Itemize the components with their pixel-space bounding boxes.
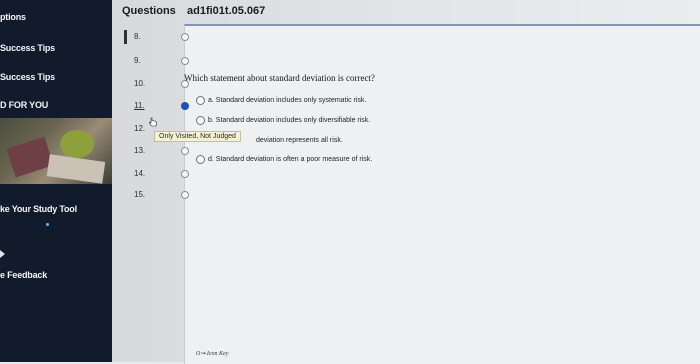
question-number[interactable]: 9. bbox=[134, 56, 141, 65]
header-bar: Questions ad1fi01t.05.067 bbox=[112, 0, 700, 24]
question-number[interactable]: 8. bbox=[134, 32, 141, 41]
icon-key[interactable]: O⇝ Icon Key bbox=[196, 350, 228, 357]
question-number[interactable]: 12. bbox=[134, 124, 145, 133]
question-list: 8. 9. 10. 11. 12. 13. 14. 15. bbox=[124, 24, 189, 224]
question-status-icon[interactable] bbox=[181, 170, 189, 178]
promo-image-shape bbox=[60, 130, 94, 158]
sidebar-item-for-you[interactable]: D FOR YOU bbox=[0, 100, 48, 110]
promo-image-shape bbox=[46, 154, 106, 184]
sidebar-item-options[interactable]: ptions bbox=[0, 12, 26, 22]
question-number[interactable]: 13. bbox=[134, 146, 145, 155]
hand-cursor-icon bbox=[149, 117, 157, 127]
status-tooltip: Only Visited, Not Judged bbox=[154, 131, 241, 142]
promo-image[interactable] bbox=[0, 118, 112, 184]
question-number[interactable]: 15. bbox=[134, 190, 145, 199]
sidebar-item-success-tips-2[interactable]: Success Tips bbox=[0, 72, 55, 82]
option-a-radio[interactable] bbox=[196, 96, 205, 105]
option-c-label[interactable]: deviation represents all risk. bbox=[256, 137, 343, 144]
question-status-icon[interactable] bbox=[181, 57, 189, 65]
option-a-label[interactable]: a. Standard deviation includes only syst… bbox=[208, 97, 366, 104]
chevron-right-icon bbox=[0, 250, 5, 258]
question-number[interactable]: 11. bbox=[134, 101, 145, 110]
sidebar: ptions Success Tips Success Tips D FOR Y… bbox=[0, 0, 112, 362]
assignment-panel: Questions ad1fi01t.05.067 8. 9. 10. 11. … bbox=[112, 0, 700, 364]
question-number[interactable]: 10. bbox=[134, 79, 145, 88]
option-b-radio[interactable] bbox=[196, 116, 205, 125]
option-d-radio[interactable] bbox=[196, 155, 205, 164]
current-indicator bbox=[124, 30, 127, 44]
question-text: Which statement about standard deviation… bbox=[184, 73, 375, 83]
assignment-id: ad1fi01t.05.067 bbox=[187, 5, 266, 17]
question-number[interactable]: 14. bbox=[134, 169, 145, 178]
question-status-icon[interactable] bbox=[181, 147, 189, 155]
progress-dot-icon bbox=[46, 223, 49, 226]
sidebar-item-study-tool[interactable]: ke Your Study Tool bbox=[0, 204, 77, 214]
question-status-icon[interactable] bbox=[181, 33, 189, 41]
key-icon: O⇝ bbox=[196, 351, 207, 357]
sidebar-item-feedback[interactable]: e Feedback bbox=[0, 270, 47, 280]
tab-questions[interactable]: Questions bbox=[122, 5, 176, 17]
option-d-label[interactable]: d. Standard deviation is often a poor me… bbox=[208, 156, 372, 163]
question-status-filled-icon[interactable] bbox=[181, 102, 189, 110]
question-status-icon[interactable] bbox=[181, 191, 189, 199]
icon-key-label: Icon Key bbox=[206, 351, 229, 357]
sidebar-item-success-tips[interactable]: Success Tips bbox=[0, 43, 55, 53]
option-b-label[interactable]: b. Standard deviation includes only dive… bbox=[208, 117, 370, 124]
